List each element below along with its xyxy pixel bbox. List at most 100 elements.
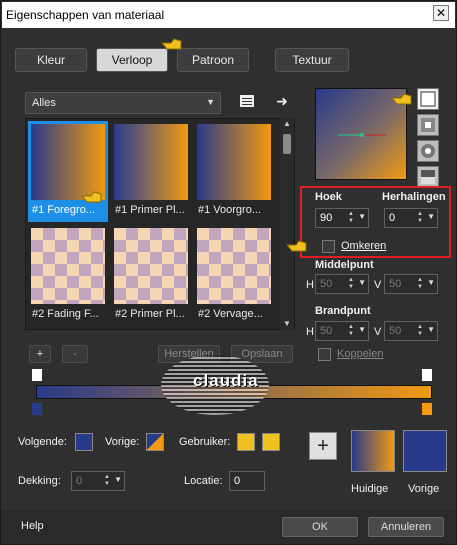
add-gradient-button[interactable]: + xyxy=(29,345,51,363)
midpoint-h-label: H xyxy=(306,279,314,291)
top-stop-marker[interactable] xyxy=(421,368,433,382)
gradient-label: #1 Voorgro... xyxy=(198,204,261,216)
location-input[interactable]: 0 xyxy=(229,471,265,491)
chevron-down-icon[interactable]: ▼ xyxy=(358,278,366,287)
link-label: Koppelen xyxy=(337,348,384,360)
invert-label: Omkeren xyxy=(341,240,387,252)
chevron-down-icon[interactable]: ▼ xyxy=(358,212,366,221)
gradient-swatch xyxy=(197,124,271,200)
watermark-text: claudia xyxy=(193,371,259,390)
close-icon[interactable]: ✕ xyxy=(433,5,449,21)
list-item[interactable]: #1 Primer Pl... xyxy=(111,121,191,222)
gradient-label: #2 Primer Pl... xyxy=(115,308,185,320)
chevron-down-icon[interactable]: ▼ xyxy=(427,278,435,287)
spinner-icon[interactable]: ▲ ▼ xyxy=(417,211,423,225)
list-item[interactable]: #1 Foregro... xyxy=(28,121,108,222)
list-view-icon[interactable] xyxy=(238,92,256,110)
invert-checkbox[interactable] xyxy=(322,240,335,253)
ok-button[interactable]: OK xyxy=(282,517,358,537)
plus-icon[interactable]: + xyxy=(309,432,337,460)
pointer-hand-icon xyxy=(391,93,412,105)
category-dropdown[interactable]: Alles ▼ xyxy=(25,92,221,114)
gradient-list-scrollbar[interactable]: ▲ ▼ xyxy=(280,118,294,330)
color-stop-marker[interactable] xyxy=(31,402,43,416)
list-item[interactable]: #2 Primer Pl... xyxy=(111,225,191,326)
repeats-value: 0 xyxy=(389,212,396,224)
top-stop-marker[interactable] xyxy=(31,368,43,382)
current-swatch[interactable] xyxy=(351,430,395,472)
tab-textuur[interactable]: Textuur xyxy=(275,48,349,72)
gradient-swatch xyxy=(114,124,188,200)
angle-input[interactable]: 90 ▲ ▼ ▼ xyxy=(315,208,369,228)
tab-bar: Kleur Verloop Patroon Textuur xyxy=(1,28,456,88)
previous-swatch[interactable] xyxy=(403,430,447,472)
style-sunburst-icon[interactable] xyxy=(417,140,439,162)
chevron-down-icon[interactable]: ▼ xyxy=(427,212,435,221)
user-color-swatch-1[interactable] xyxy=(237,433,255,451)
repeats-input[interactable]: 0 ▲ ▼ ▼ xyxy=(384,208,438,228)
spinner-icon[interactable]: ▲ ▼ xyxy=(348,277,354,291)
cancel-button[interactable]: Annuleren xyxy=(368,517,444,537)
prev-label: Vorige: xyxy=(105,436,140,448)
gradient-swatch xyxy=(31,228,105,304)
previous-label: Vorige xyxy=(408,483,440,495)
scroll-up-icon[interactable]: ▲ xyxy=(280,118,294,130)
style-linear-icon[interactable] xyxy=(417,88,439,110)
prev-color-swatch[interactable] xyxy=(146,433,164,451)
chevron-down-icon[interactable]: ▼ xyxy=(358,325,366,334)
focal-v-input[interactable]: 50 ▲ ▼ ▼ xyxy=(384,321,438,341)
chevron-down-icon[interactable]: ▼ xyxy=(114,475,122,484)
list-item[interactable]: #2 Fading F... xyxy=(28,225,108,326)
material-properties-dialog: Eigenschappen van materiaal ✕ Kleur Verl… xyxy=(0,0,457,545)
help-link[interactable]: Help xyxy=(21,520,44,532)
gradient-label: #2 Fading F... xyxy=(32,308,99,320)
user-label: Gebruiker: xyxy=(179,436,231,448)
gradient-swatch xyxy=(197,228,271,304)
title-bar: Eigenschappen van materiaal ✕ xyxy=(2,2,455,28)
angle-value: 90 xyxy=(320,212,333,224)
opacity-input[interactable]: 0 ▲ ▼ ▼ xyxy=(71,471,125,491)
style-rectangular-icon[interactable] xyxy=(417,114,439,136)
focal-v-label: V xyxy=(374,326,382,338)
category-value: Alles xyxy=(32,97,56,109)
tab-verloop[interactable]: Verloop xyxy=(96,48,168,72)
midpoint-label: Middelpunt xyxy=(315,259,374,271)
spinner-icon[interactable]: ▲ ▼ xyxy=(417,277,423,291)
focal-h-label: H xyxy=(306,326,314,338)
style-radial-icon[interactable] xyxy=(417,166,439,188)
spinner-icon[interactable]: ▲ ▼ xyxy=(104,474,110,488)
repeats-label: Herhalingen xyxy=(382,191,446,203)
color-stop-marker[interactable] xyxy=(421,402,433,416)
tab-kleur[interactable]: Kleur xyxy=(15,48,87,72)
gradient-label: #1 Primer Pl... xyxy=(115,204,185,216)
scroll-down-icon[interactable]: ▼ xyxy=(280,318,294,330)
chevron-down-icon[interactable]: ▼ xyxy=(427,325,435,334)
gradient-grid: #1 Foregro... #1 Primer Pl... #1 Voorgro… xyxy=(25,118,295,330)
spinner-icon[interactable]: ▲ ▼ xyxy=(348,324,354,338)
opacity-value: 0 xyxy=(76,475,83,487)
link-checkbox[interactable] xyxy=(318,348,331,361)
remove-gradient-button[interactable]: - xyxy=(62,345,88,363)
midpoint-v-label: V xyxy=(374,279,382,291)
focal-v-value: 50 xyxy=(389,325,402,337)
arrow-right-icon[interactable]: ➜ xyxy=(273,92,291,110)
next-color-swatch[interactable] xyxy=(75,433,93,451)
gradient-swatch xyxy=(31,124,105,200)
scroll-thumb[interactable] xyxy=(283,134,291,154)
focal-h-input[interactable]: 50 ▲ ▼ ▼ xyxy=(315,321,369,341)
spinner-icon[interactable]: ▲ ▼ xyxy=(348,211,354,225)
list-item[interactable]: #1 Voorgro... xyxy=(194,121,274,222)
gradient-label: #2 Vervage... xyxy=(198,308,263,320)
midpoint-h-input[interactable]: 50 ▲ ▼ ▼ xyxy=(315,274,369,294)
midpoint-v-input[interactable]: 50 ▲ ▼ ▼ xyxy=(384,274,438,294)
window-title: Eigenschappen van materiaal xyxy=(6,8,165,22)
gradient-label: #1 Foregro... xyxy=(32,204,95,216)
gradient-swatch xyxy=(114,228,188,304)
list-item[interactable]: #2 Vervage... xyxy=(194,225,274,326)
tab-patroon[interactable]: Patroon xyxy=(177,48,249,72)
spinner-icon[interactable]: ▲ ▼ xyxy=(417,324,423,338)
user-color-swatch-2[interactable] xyxy=(262,433,280,451)
current-label: Huidige xyxy=(351,483,389,495)
dialog-footer: Help OK Annuleren xyxy=(1,510,456,544)
midpoint-h-value: 50 xyxy=(320,278,333,290)
